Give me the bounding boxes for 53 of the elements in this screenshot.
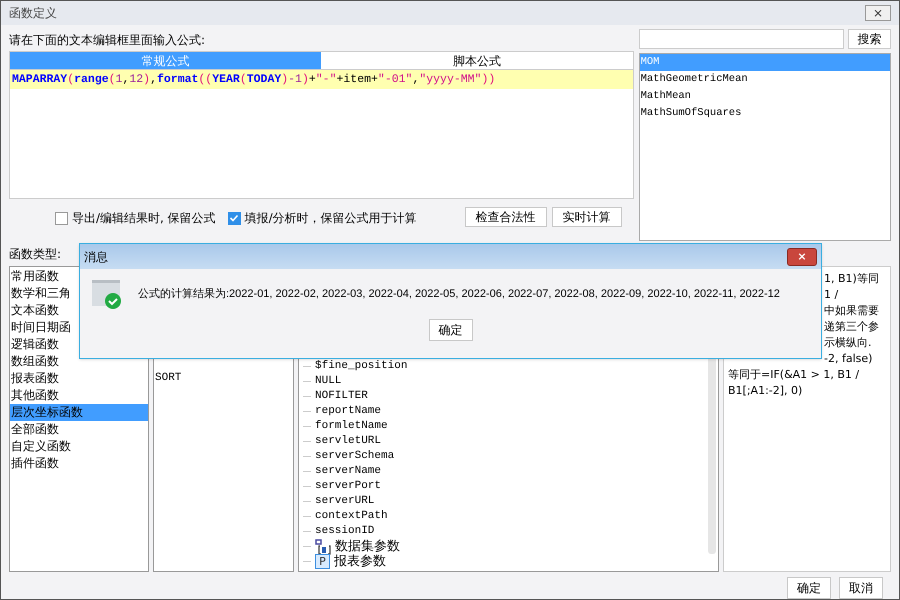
tree-item[interactable]: contextPath [315, 508, 388, 525]
checkbox[interactable] [228, 212, 241, 224]
prompt-label: 请在下面的文本编辑框里面输入公式: [9, 32, 206, 49]
action-button[interactable]: 实时计算 [552, 207, 622, 227]
description-text: -2, false) [824, 351, 872, 367]
tree-item[interactable]: 报表参数 [334, 552, 386, 572]
description-text: 示横纵向. [824, 335, 872, 351]
list-item[interactable]: 其他函数 [10, 387, 148, 404]
description-text: 递第三个参 [824, 319, 879, 335]
list-item[interactable]: MathGeometricMean [640, 71, 890, 88]
checkbox[interactable] [55, 212, 68, 224]
tree-item[interactable]: NULL [315, 373, 342, 390]
search-button[interactable]: 搜索 [848, 29, 891, 49]
tree-item[interactable]: formletName [315, 418, 388, 435]
list-item[interactable]: 插件函数 [10, 455, 148, 472]
dialog-button[interactable]: 取消 [839, 577, 883, 599]
dialog-title: 消息 [84, 248, 108, 266]
description-text: 1, B1)等同 [824, 271, 879, 287]
list-item[interactable]: 自定义函数 [10, 438, 148, 455]
search-field[interactable] [638, 29, 844, 49]
dialog-button[interactable]: 确定 [428, 319, 472, 341]
tree-item[interactable]: serverPort [315, 478, 382, 495]
success-icon [92, 278, 122, 310]
tree-item[interactable]: serverSchema [315, 448, 394, 465]
dialog-button[interactable]: 确定 [787, 577, 831, 599]
tree-item[interactable]: reportName [315, 403, 382, 420]
parameter-icon: P [315, 554, 330, 569]
message-text: 公式的计算结果为:2022-01, 2022-02, 2022-03, 2022-04, 2022-05, 2022-06, 2022-07, 2022-08, 2022-09, 2022-10, 2022-11, 2022-12 [138, 286, 780, 302]
description-text: 中如果需要 [824, 303, 879, 319]
checkbox-label: 导出/编辑结果时, 保留公式 [72, 210, 216, 227]
description-text: 等同于=IF(&A1 > 1, B1 / [728, 367, 860, 383]
tree-item[interactable]: sessionID [315, 523, 374, 540]
list-item[interactable]: 报表函数 [10, 370, 148, 387]
tree-item[interactable]: serverURL [315, 493, 374, 510]
description-text: 1 / [824, 287, 838, 303]
category-label: 函数类型: [9, 247, 62, 261]
tree-item[interactable]: NOFILTER [315, 388, 368, 405]
tree-item[interactable]: serverName [315, 463, 382, 480]
close-button[interactable]: × [865, 5, 891, 21]
tree-item[interactable]: servletURL [315, 433, 382, 450]
list-item[interactable]: MathMean [640, 88, 890, 105]
checkbox-label: 填报/分析时，保留公式用于计算 [244, 210, 417, 227]
window-title: 函数定义 [9, 5, 57, 22]
list-item[interactable]: MathSumOfSquares [640, 105, 890, 122]
formula-editor[interactable]: MAPARRAY(range(1,12),format((YEAR(TODAY)-1)+"-"+item+"-01","yyyy-MM")) [9, 69, 634, 199]
dataset-icon [315, 538, 331, 554]
list-item[interactable]: SORT [154, 370, 293, 387]
list-item[interactable]: 层次坐标函数 [10, 404, 148, 421]
action-button[interactable]: 检查合法性 [464, 207, 547, 227]
close-button[interactable]: × [787, 248, 817, 266]
list-item[interactable]: 全部函数 [10, 421, 148, 438]
description-text: B1[;A1:-2], 0) [728, 383, 802, 399]
tree-item[interactable]: $fine_position [315, 358, 408, 375]
